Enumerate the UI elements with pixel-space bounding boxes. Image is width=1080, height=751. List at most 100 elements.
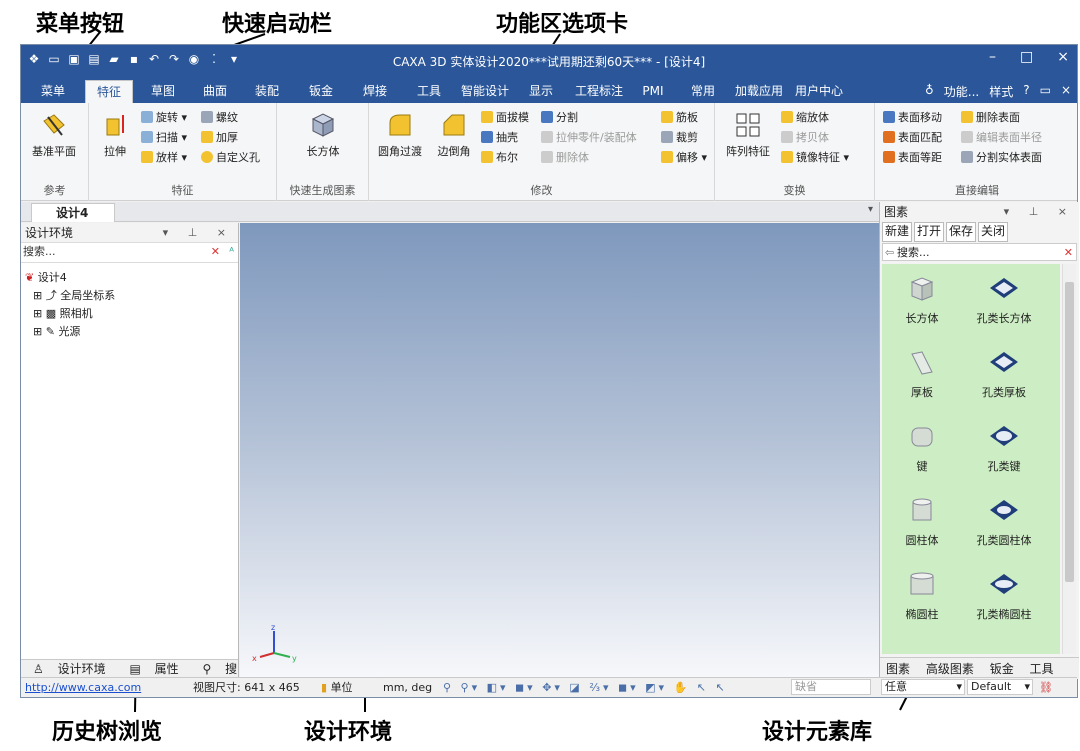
library-close-button[interactable]: 关闭 (978, 222, 1009, 242)
tab-welding[interactable]: 焊接 (353, 80, 397, 103)
lib-tab-advanced[interactable]: 高级图素 (926, 662, 974, 676)
chamfer-button[interactable]: 边倒角 (427, 111, 481, 159)
library-scrollbar[interactable] (1062, 264, 1076, 654)
move-face-button[interactable]: 表面移动 (883, 109, 942, 125)
loft-button[interactable]: 放样 ▾ (141, 149, 187, 165)
clear-search-icon[interactable]: ✕ (211, 243, 220, 261)
expand-icon[interactable]: ⊞ (33, 289, 42, 302)
tab-user-center[interactable]: 用户中心 (789, 80, 849, 103)
offset-button[interactable]: 偏移 ▾ (661, 149, 707, 165)
tab-pmi[interactable]: PMI (633, 80, 673, 103)
custom-hole-button[interactable]: 自定义孔 (201, 149, 260, 165)
split-button[interactable]: 分割 (541, 109, 578, 125)
split-surface-button[interactable]: 分割实体表面 (961, 149, 1042, 165)
lightbulb-icon[interactable]: ♁ (925, 83, 934, 100)
copy-body-button[interactable]: 拷贝体 (781, 129, 829, 145)
draft-button[interactable]: 面拔模 (481, 109, 529, 125)
extrude-button[interactable]: 拉伸 (93, 111, 137, 159)
thicken-button[interactable]: 加厚 (201, 129, 238, 145)
delete-face-button[interactable]: 删除表面 (961, 109, 1020, 125)
revolve-button[interactable]: 旋转 ▾ (141, 109, 187, 125)
lib-tab-elements[interactable]: 图素 (886, 662, 910, 676)
scale-button[interactable]: 缩放体 (781, 109, 829, 125)
tab-common[interactable]: 常用 (681, 80, 725, 103)
library-item-hole-cuboid[interactable]: 孔类长方体 (954, 274, 1054, 326)
doc-tab-design4[interactable]: 设计4 × (31, 203, 115, 238)
library-item-hole-plate[interactable]: 孔类厚板 (954, 348, 1054, 400)
equal-face-button[interactable]: 表面等距 (883, 149, 942, 165)
tree-search-input[interactable]: 搜索... ✕ ᴬ (21, 243, 238, 263)
tab-assembly[interactable]: 装配 (245, 80, 289, 103)
library-item-hole-elliptic-cylinder[interactable]: 孔类椭圆柱 (954, 570, 1054, 622)
library-search-input[interactable]: ⇦ 搜索... ✕ (882, 243, 1077, 261)
delete-body-button[interactable]: 删除体 (541, 149, 589, 165)
library-item-hole-cylinder[interactable]: 孔类圆柱体 (954, 496, 1054, 548)
library-open-button[interactable]: 打开 (914, 222, 945, 242)
tab-annotation[interactable]: 工程标注 (569, 80, 629, 103)
filter-select[interactable]: 任意 ▾ (881, 679, 965, 695)
tree-item-camera[interactable]: ⊞ ▩ 照相机 (25, 305, 238, 323)
style-menu[interactable]: 样式 (989, 83, 1013, 100)
thread-button[interactable]: 螺纹 (201, 109, 238, 125)
library-item-hole-key[interactable]: 孔类键 (954, 422, 1054, 474)
tab-tools[interactable]: 工具 (407, 80, 451, 103)
tab-design-env[interactable]: ♙ 设计环境 (27, 662, 110, 676)
network-icon[interactable]: ⛓ (1039, 678, 1053, 697)
tab-display[interactable]: 显示 (519, 80, 563, 103)
close-icon[interactable]: × (1057, 49, 1069, 65)
library-item-cylinder[interactable]: 圆柱体 (882, 496, 962, 548)
library-clear-icon[interactable]: ✕ (1064, 244, 1073, 261)
expand-icon[interactable]: ⊞ (33, 307, 42, 320)
right-panel-controls-icon[interactable]: ▾ ⊥ × (1004, 202, 1075, 222)
tab-smart-design[interactable]: 智能设计 (457, 80, 513, 103)
sweep-button[interactable]: 扫描 ▾ (141, 129, 187, 145)
trim-button[interactable]: 裁剪 (661, 129, 698, 145)
boolean-button[interactable]: 布尔 (481, 149, 518, 165)
ribbon-close-icon[interactable]: × (1061, 83, 1071, 100)
tab-feature[interactable]: 特征 (85, 80, 133, 103)
ribbon-restore-icon[interactable]: ▭ (1040, 83, 1051, 100)
library-new-button[interactable]: 新建 (882, 222, 913, 242)
maximize-icon[interactable]: □ (1020, 49, 1033, 65)
match-face-button[interactable]: 表面匹配 (883, 129, 942, 145)
tree-item-design4[interactable]: ❦ 设计4 (25, 269, 238, 287)
panel-controls-icon[interactable]: ▾ ⊥ × (163, 223, 234, 243)
library-item-cuboid[interactable]: 长方体 (882, 274, 962, 326)
rib-button[interactable]: 筋板 (661, 109, 698, 125)
tab-surface[interactable]: 曲面 (193, 80, 237, 103)
view-tools-icons[interactable]: ⚲ ⚲▾ ◧▾ ◼▾ ✥▾ ◪ ⅔▾ ◼▾ ◩▾ ✋ ↖ ↖ (443, 678, 728, 697)
default-input[interactable]: 缺省 (791, 679, 871, 695)
tab-addons[interactable]: 加载应用 (731, 80, 787, 103)
library-item-key[interactable]: 键 (882, 422, 962, 474)
back-arrow-icon[interactable]: ⇦ (885, 244, 894, 261)
mirror-button[interactable]: 镜像特征 ▾ (781, 149, 849, 165)
fillet-button[interactable]: 圆角过渡 (373, 111, 427, 159)
datum-plane-button[interactable]: 基准平面 (27, 111, 81, 159)
minimize-icon[interactable]: – (989, 49, 996, 65)
stretch-part-button[interactable]: 拉伸零件/装配体 (541, 129, 637, 145)
filter-icon[interactable]: ᴬ (229, 243, 234, 261)
library-save-button[interactable]: 保存 (946, 222, 977, 242)
expand-icon[interactable]: ⊞ (33, 325, 42, 338)
func-search[interactable]: 功能... (944, 83, 979, 100)
library-scroll-thumb[interactable] (1065, 282, 1074, 582)
tab-sketch[interactable]: 草图 (141, 80, 185, 103)
config-select[interactable]: Default ▾ (967, 679, 1033, 695)
tab-properties[interactable]: ▤ 属性 (123, 662, 182, 676)
caxa-link[interactable]: http://www.caxa.com (25, 678, 141, 697)
design-viewport[interactable]: z x y (240, 223, 879, 679)
edit-radius-button[interactable]: 编辑表面半径 (961, 129, 1042, 145)
library-item-plate[interactable]: 厚板 (882, 348, 962, 400)
lib-tab-sheetmetal[interactable]: 钣金 (990, 662, 1014, 676)
tree-item-light[interactable]: ⊞ ✎ 光源 (25, 323, 238, 341)
cuboid-button[interactable]: 长方体 (296, 111, 350, 159)
pattern-button[interactable]: 阵列特征 (721, 111, 775, 159)
tree-item-global-coords[interactable]: ⊞ ⤴ 全局坐标系 (25, 287, 238, 305)
library-item-elliptic-cylinder[interactable]: 椭圆柱 (882, 570, 962, 622)
shell-button[interactable]: 抽壳 (481, 129, 518, 145)
tab-menu[interactable]: 菜单 (31, 80, 75, 103)
help-icon[interactable]: ? (1023, 83, 1029, 100)
tab-sheetmetal[interactable]: 钣金 (299, 80, 343, 103)
lib-tab-tools[interactable]: 工具 (1030, 662, 1054, 676)
doc-tabs-dropdown-icon[interactable]: ▾ (868, 204, 873, 215)
